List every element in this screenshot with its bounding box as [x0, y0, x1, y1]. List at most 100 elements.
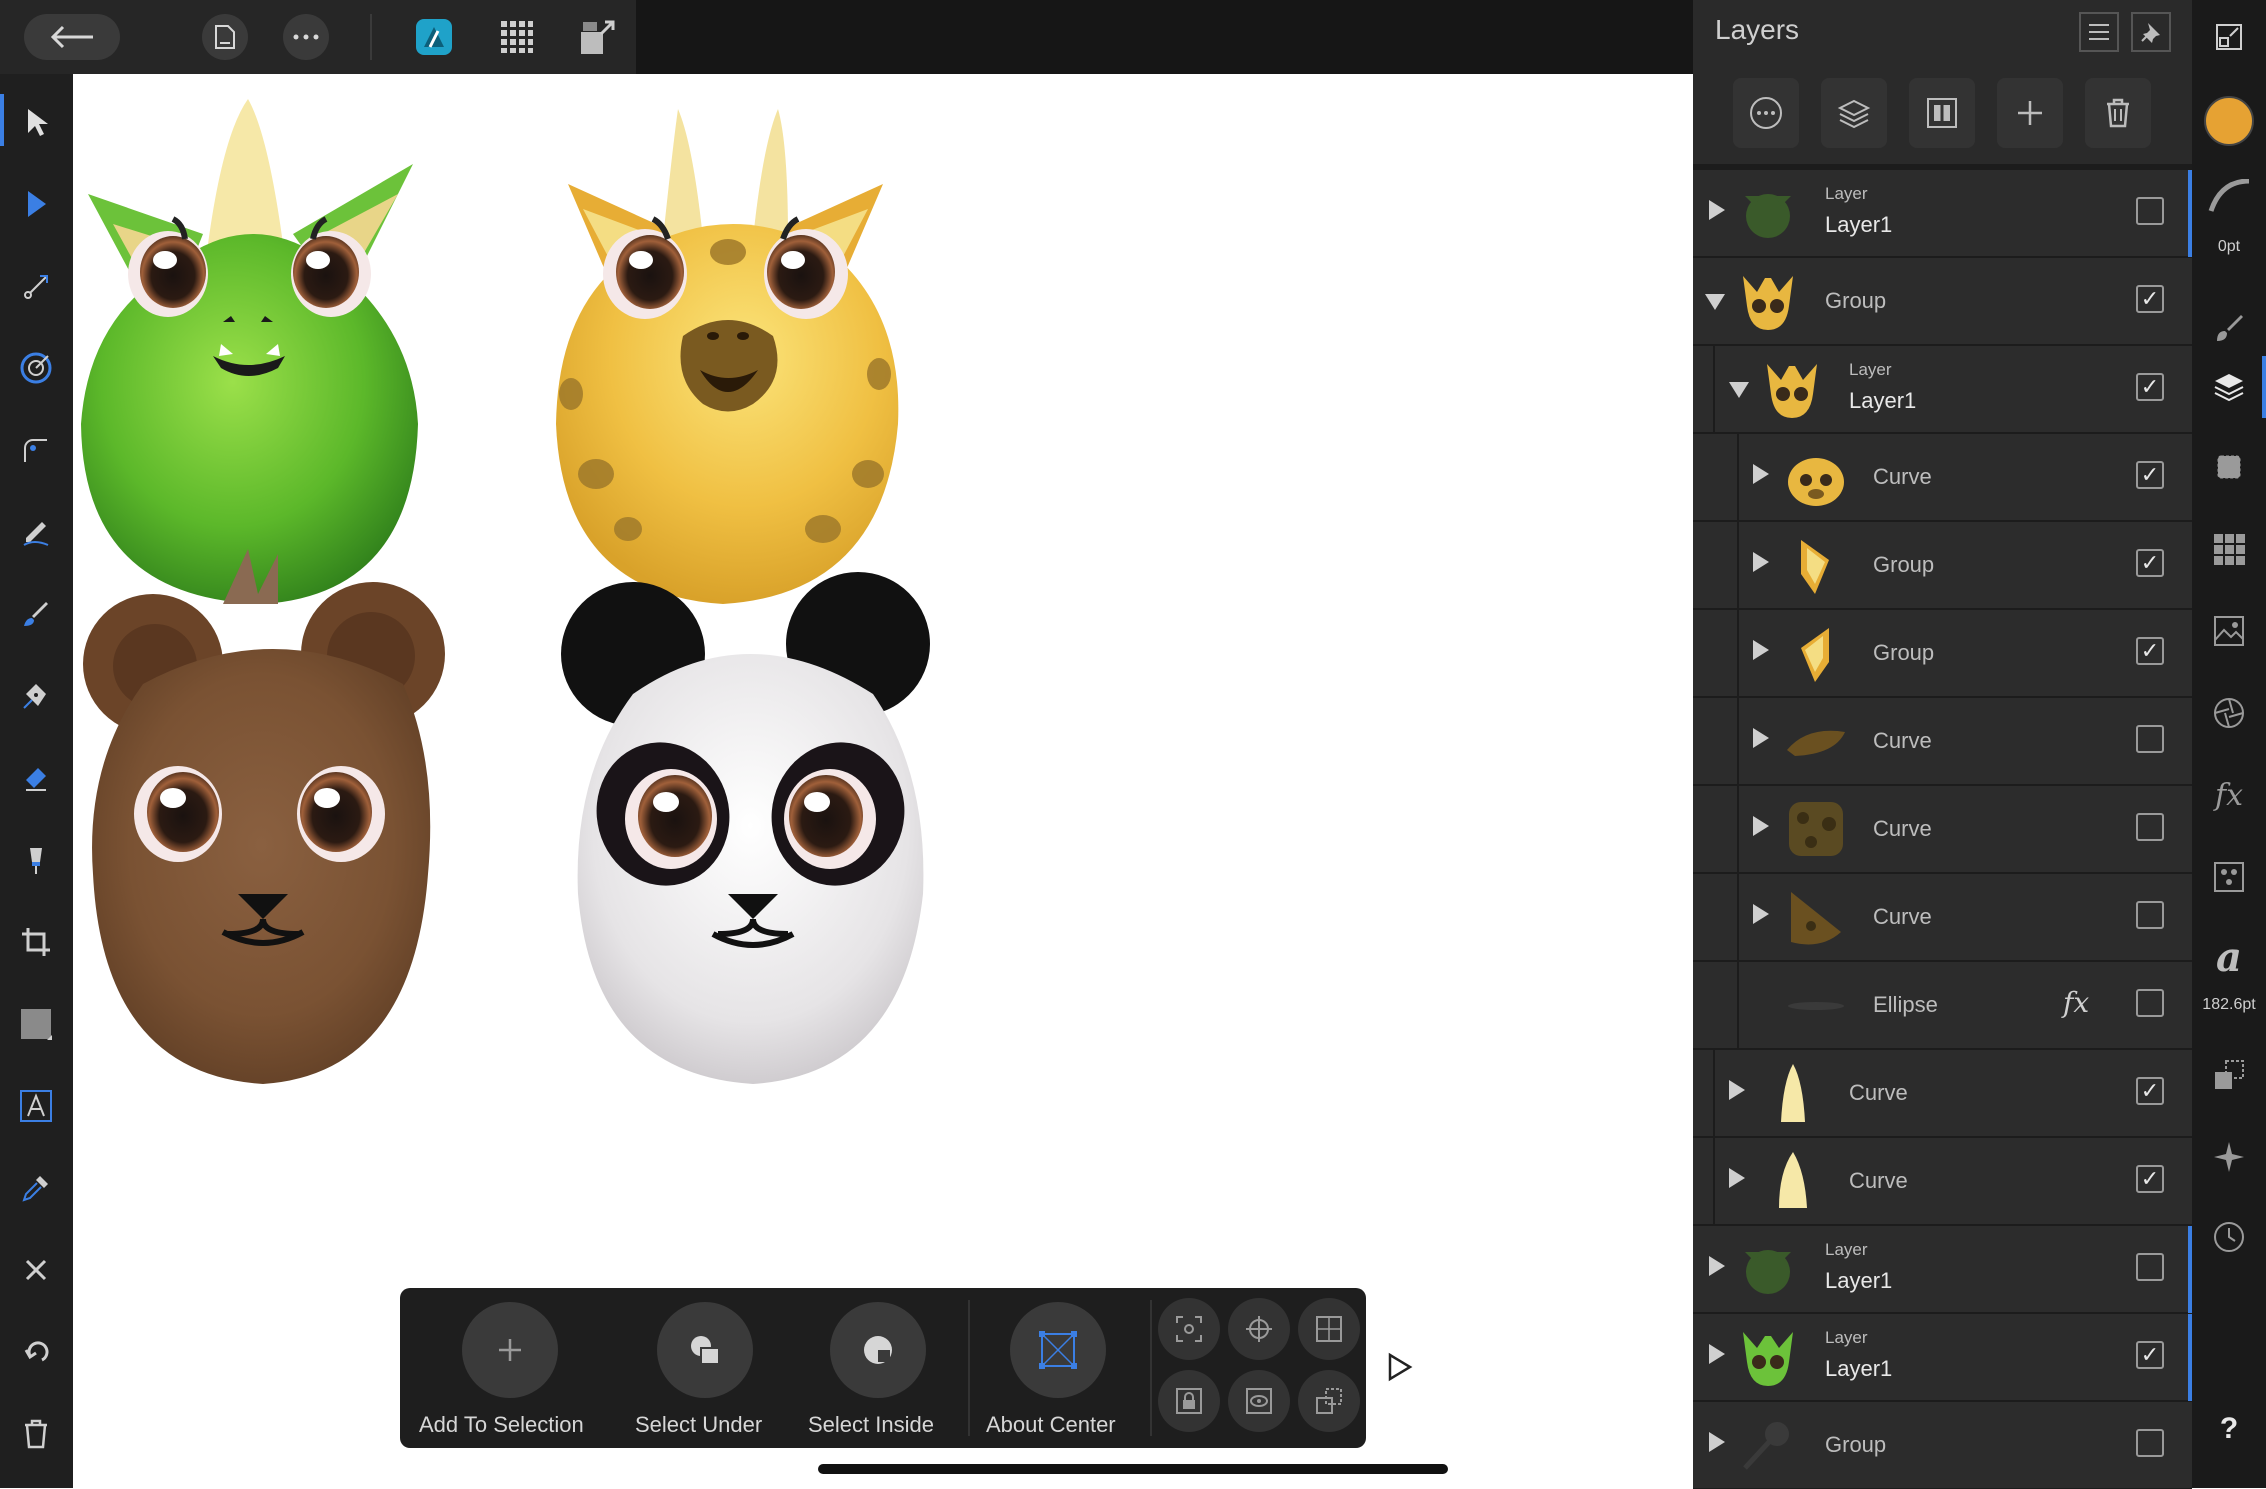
pixel-persona-button[interactable] [493, 14, 541, 60]
vector-brush-tool[interactable] [8, 586, 64, 642]
visibility-checkbox[interactable]: ✓ [2136, 1077, 2164, 1105]
layer-row[interactable]: Curve [1693, 698, 2192, 785]
delete-tool[interactable] [8, 1406, 64, 1462]
layer-row[interactable]: Group ✓ [1693, 610, 2192, 697]
effects-icon[interactable]: fx [2063, 986, 2089, 1019]
visibility-checkbox[interactable]: ✓ [2136, 637, 2164, 665]
export-persona-button[interactable] [574, 14, 622, 60]
collapse-triangle-icon[interactable] [1729, 382, 1749, 398]
close-tool[interactable] [8, 1242, 64, 1298]
expand-triangle-icon[interactable] [1709, 200, 1725, 220]
brushes-button[interactable] [2202, 300, 2256, 354]
move-tool[interactable] [8, 94, 64, 150]
expand-toolbar-button[interactable] [1386, 1352, 1414, 1387]
layer-row[interactable]: Layer Layer1 ✓ [1693, 346, 2192, 433]
expand-triangle-icon[interactable] [1729, 1080, 1745, 1100]
expand-triangle-icon[interactable] [1729, 1168, 1745, 1188]
visibility-checkbox[interactable] [2136, 813, 2164, 841]
expand-triangle-icon[interactable] [1709, 1256, 1725, 1276]
layer-row[interactable]: Curve ✓ [1693, 1138, 2192, 1225]
visibility-checkbox[interactable]: ✓ [2136, 461, 2164, 489]
giraffe-face[interactable] [556, 109, 899, 604]
mask-layer-button[interactable] [1909, 78, 1975, 148]
snap-bounds-button[interactable] [1158, 1298, 1220, 1360]
contour-tool[interactable] [8, 340, 64, 396]
assets-button[interactable] [2202, 604, 2256, 658]
layer-options-button[interactable] [1733, 78, 1799, 148]
expand-triangle-icon[interactable] [1709, 1344, 1725, 1364]
select-under-button[interactable] [657, 1302, 753, 1398]
layer-row[interactable]: Curve [1693, 874, 2192, 961]
visibility-checkbox[interactable] [2136, 197, 2164, 225]
visibility-checkbox[interactable] [2136, 1429, 2164, 1457]
visibility-checkbox[interactable] [2136, 725, 2164, 753]
transform-studio-button[interactable] [2202, 440, 2256, 494]
bear-face[interactable] [83, 549, 445, 1084]
add-layer-group-button[interactable] [1821, 78, 1887, 148]
visibility-checkbox[interactable] [2136, 1253, 2164, 1281]
snap-center-button[interactable] [1228, 1298, 1290, 1360]
visibility-checkbox[interactable]: ✓ [2136, 373, 2164, 401]
navigator-button[interactable] [2202, 10, 2256, 64]
lock-children-button[interactable] [1158, 1370, 1220, 1432]
visibility-checkbox[interactable]: ✓ [2136, 1341, 2164, 1369]
effects-button[interactable]: fx [2202, 768, 2256, 822]
crop-tool[interactable] [8, 914, 64, 970]
layer-row[interactable]: Group [1693, 1402, 2192, 1489]
layer-row[interactable]: Layer Layer1 [1693, 1226, 2192, 1313]
history-button[interactable] [2202, 1210, 2256, 1264]
expand-triangle-icon[interactable] [1709, 1432, 1725, 1452]
select-inside-button[interactable] [830, 1302, 926, 1398]
arrange-button[interactable] [2202, 1048, 2256, 1102]
transparency-tool[interactable] [8, 832, 64, 888]
layer-row[interactable]: Layer Layer1 [1693, 170, 2192, 257]
visibility-checkbox[interactable]: ✓ [2136, 1165, 2164, 1193]
about-center-button[interactable] [1010, 1302, 1106, 1398]
pencil-tool[interactable] [8, 504, 64, 560]
visibility-checkbox[interactable]: ✓ [2136, 549, 2164, 577]
text-studio-button[interactable]: a [2202, 930, 2256, 984]
designer-persona-button[interactable] [410, 14, 458, 60]
visibility-checkbox[interactable] [2136, 901, 2164, 929]
layer-row[interactable]: Ellipse fx [1693, 962, 2192, 1049]
expand-triangle-icon[interactable] [1753, 816, 1769, 836]
styles-button[interactable] [2202, 850, 2256, 904]
snap-midpoints-button[interactable] [1298, 1298, 1360, 1360]
pen-tool[interactable] [8, 668, 64, 724]
visibility-checkbox[interactable] [2136, 989, 2164, 1017]
back-button[interactable] [24, 14, 120, 60]
fill-tool[interactable] [8, 750, 64, 806]
visibility-checkbox[interactable]: ✓ [2136, 285, 2164, 313]
node-tool[interactable] [8, 176, 64, 232]
green-dragon-face[interactable] [81, 99, 418, 604]
document-canvas[interactable] [73, 74, 1693, 1488]
appearance-button[interactable] [2202, 686, 2256, 740]
layer-row[interactable]: Group ✓ [1693, 258, 2192, 345]
text-tool[interactable] [8, 1078, 64, 1134]
expand-triangle-icon[interactable] [1753, 464, 1769, 484]
expand-triangle-icon[interactable] [1753, 640, 1769, 660]
snapping-button[interactable] [2202, 1130, 2256, 1184]
layer-row[interactable]: Layer Layer1 ✓ [1693, 1314, 2192, 1401]
layers-studio-button[interactable] [2202, 360, 2256, 414]
document-button[interactable] [202, 14, 248, 60]
expand-triangle-icon[interactable] [1753, 552, 1769, 572]
panel-menu-button[interactable] [2079, 12, 2119, 52]
layer-row[interactable]: Curve ✓ [1693, 1050, 2192, 1137]
add-to-selection-button[interactable] [462, 1302, 558, 1398]
help-button[interactable]: ? [2192, 1412, 2266, 1446]
preview-button[interactable] [1228, 1370, 1290, 1432]
stroke-button[interactable] [2202, 170, 2256, 224]
layer-row[interactable]: Curve [1693, 786, 2192, 873]
swatches-button[interactable] [2202, 522, 2256, 576]
expand-triangle-icon[interactable] [1753, 728, 1769, 748]
rectangle-tool[interactable] [8, 996, 64, 1052]
color-picker-tool[interactable] [8, 1160, 64, 1216]
fill-color-swatch[interactable] [2202, 94, 2256, 148]
add-layer-button[interactable] [1997, 78, 2063, 148]
undo-tool[interactable] [8, 1324, 64, 1380]
expand-triangle-icon[interactable] [1753, 904, 1769, 924]
panda-face[interactable] [561, 572, 930, 1084]
corner-tool[interactable] [8, 422, 64, 478]
collapse-triangle-icon[interactable] [1705, 294, 1725, 310]
